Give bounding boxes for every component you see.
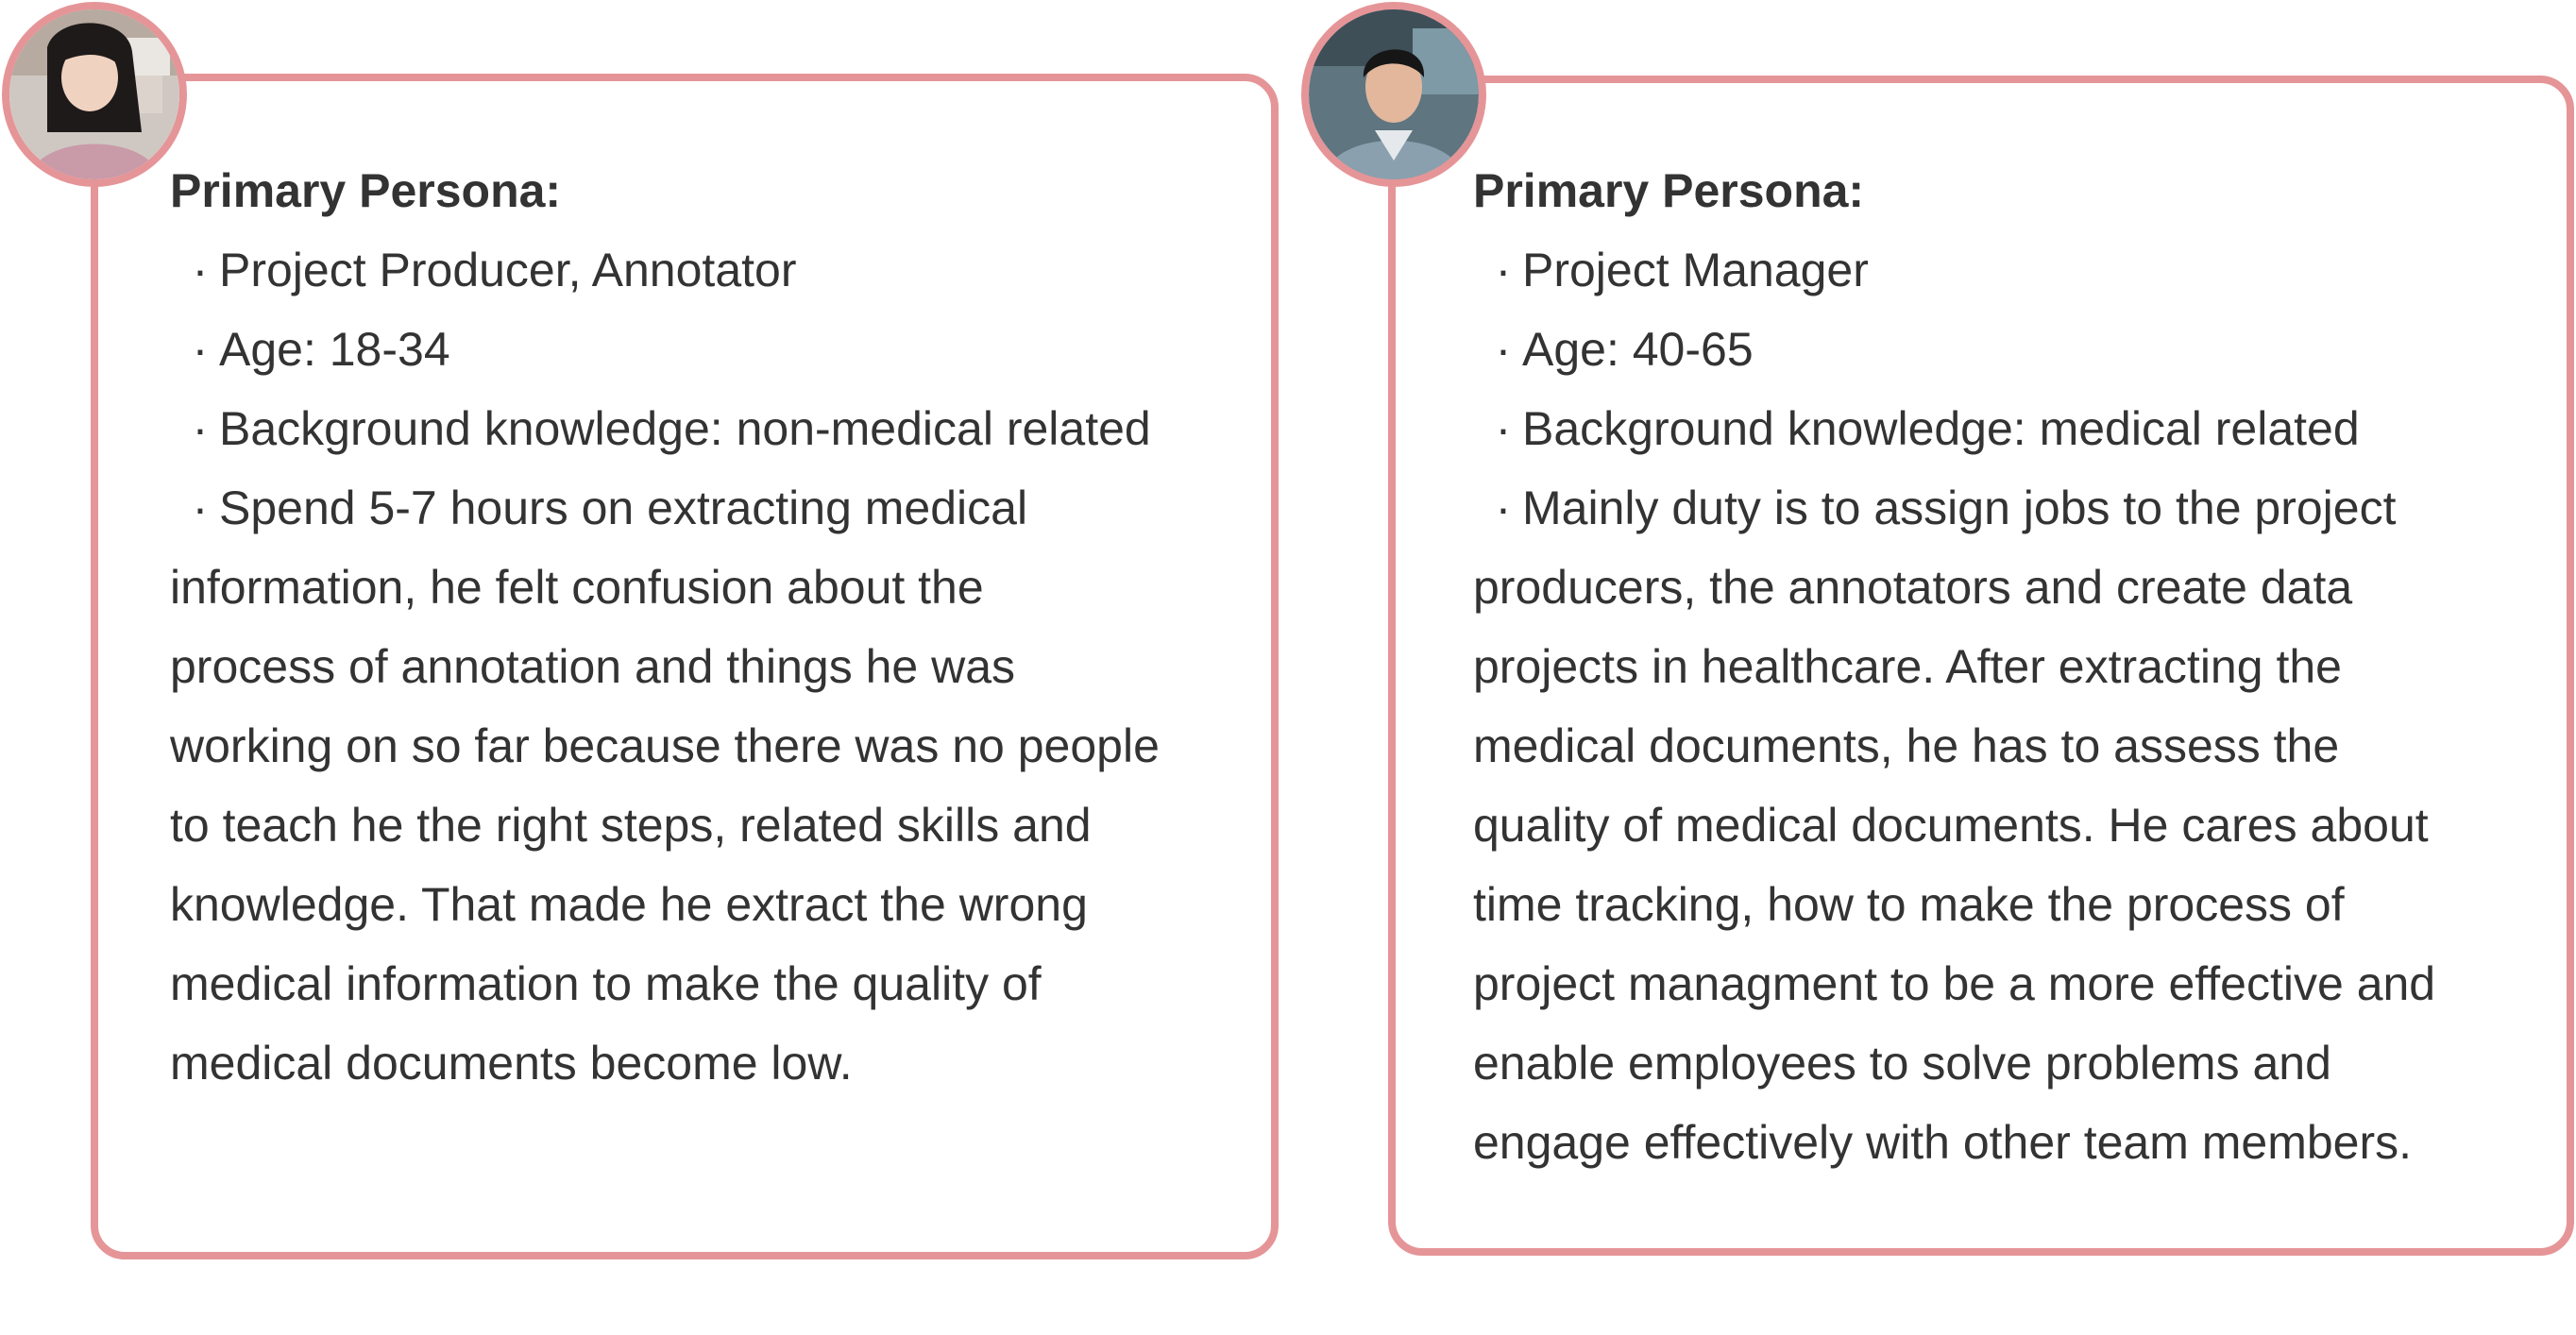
persona-heading: Primary Persona: (1473, 164, 1865, 217)
description-line: medical documents become low. (170, 1037, 853, 1090)
bullet-dot-icon: · (1495, 244, 1512, 296)
description-line: enable employees to solve problems and (1473, 1037, 2331, 1090)
persona-bullet-age: · Age: 18-34 (170, 310, 1160, 389)
description-line: medical documents, he has to assess the (1473, 719, 2340, 772)
bullet-text: Age: 40-65 (1522, 323, 1754, 376)
bullet-dot-icon: · (192, 482, 209, 534)
persona-bullet-description: · Spend 5-7 hours on extracting medical (170, 468, 1160, 548)
persona-bullet-role: · Project Manager (1473, 230, 2435, 310)
woman-avatar-photo-icon (9, 9, 179, 179)
description-line: time tracking, how to make the process o… (1473, 878, 2345, 931)
description-line: to teach he the right steps, related ski… (170, 799, 1092, 852)
persona-bullet-background: · Background knowledge: non-medical relat… (170, 389, 1160, 468)
bullet-dot-icon: · (1495, 323, 1512, 376)
bullet-text: Age: 18-34 (219, 323, 450, 376)
bullet-dot-icon: · (192, 244, 209, 296)
bullet-dot-icon: · (192, 402, 209, 455)
description-line: knowledge. That made he extract the wron… (170, 878, 1088, 931)
bullet-text: Mainly duty is to assign jobs to the pro… (1522, 482, 2397, 534)
persona-text-producer: Primary Persona: · Project Producer, Anno… (170, 151, 1160, 1103)
man-avatar-photo-icon (1309, 9, 1479, 179)
description-line: medical information to make the quality … (170, 957, 1042, 1010)
persona-bullet-background: · Background knowledge: medical related (1473, 389, 2435, 468)
woman-avatar-icon (2, 2, 187, 187)
bullet-dot-icon: · (1495, 402, 1512, 455)
persona-bullet-age: · Age: 40-65 (1473, 310, 2435, 389)
description-line: projects in healthcare. After extracting… (1473, 640, 2342, 693)
description-line: engage effectively with other team membe… (1473, 1116, 2413, 1169)
bullet-text: Background knowledge: medical related (1522, 402, 2360, 455)
description-line: information, he felt confusion about the (170, 561, 984, 614)
bullet-text: Project Manager (1522, 244, 1869, 296)
bullet-dot-icon: · (192, 323, 209, 376)
bullet-text: Project Producer, Annotator (219, 244, 797, 296)
persona-bullet-description: · Mainly duty is to assign jobs to the pr… (1473, 468, 2435, 548)
description-line: quality of medical documents. He cares a… (1473, 799, 2429, 852)
description-line: working on so far because there was no p… (170, 719, 1160, 772)
description-line: process of annotation and things he was (170, 640, 1016, 693)
bullet-text: Background knowledge: non-medical relate… (219, 402, 1151, 455)
persona-text-manager: Primary Persona: · Project Manager · Age: … (1473, 151, 2435, 1182)
description-line: project managment to be a more effective… (1473, 957, 2436, 1010)
persona-heading: Primary Persona: (170, 164, 562, 217)
bullet-text: Spend 5-7 hours on extracting medical (219, 482, 1028, 534)
description-line: producers, the annotators and create dat… (1473, 561, 2353, 614)
persona-bullet-role: · Project Producer, Annotator (170, 230, 1160, 310)
bullet-dot-icon: · (1495, 482, 1512, 534)
man-avatar-icon (1301, 2, 1486, 187)
